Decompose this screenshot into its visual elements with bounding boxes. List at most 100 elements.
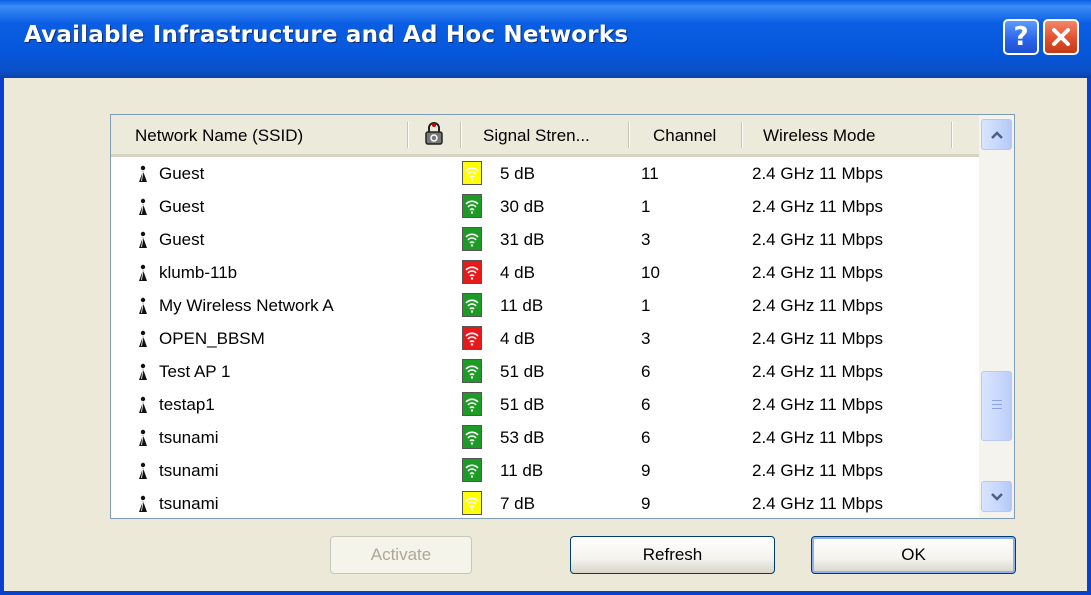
access-point-icon (139, 363, 147, 380)
column-divider[interactable] (741, 122, 743, 148)
list-row[interactable]: Test AP 1 51 dB 6 2.4 GHz 11 Mbps (111, 355, 979, 388)
ssid-cell: tsunami (159, 494, 219, 513)
ssid-cell: testap1 (159, 395, 215, 414)
column-header-ssid[interactable]: Network Name (SSID) (135, 115, 405, 154)
channel-cell: 6 (641, 395, 651, 414)
ok-button[interactable]: OK (811, 536, 1016, 574)
access-point-icon (139, 330, 147, 347)
list-row[interactable]: OPEN_BBSM 4 dB 3 2.4 GHz 11 Mbps (111, 322, 979, 355)
mode-cell: 2.4 GHz 11 Mbps (752, 395, 884, 414)
list-row[interactable]: tsunami 11 dB 9 2.4 GHz 11 Mbps (111, 454, 979, 487)
channel-cell: 10 (641, 263, 660, 282)
channel-cell: 3 (641, 230, 651, 249)
ssid-cell: Guest (159, 230, 205, 249)
close-button[interactable] (1043, 19, 1079, 55)
column-divider[interactable] (460, 122, 462, 148)
channel-cell: 9 (641, 461, 651, 480)
wifi-signal-icon (462, 161, 482, 185)
list-row[interactable]: tsunami 7 dB 9 2.4 GHz 11 Mbps (111, 487, 979, 518)
window-title: Available Infrastructure and Ad Hoc Netw… (24, 22, 629, 48)
lock-icon (425, 122, 443, 145)
list-row[interactable]: Guest 30 dB 1 2.4 GHz 11 Mbps (111, 190, 979, 223)
list-row[interactable]: My Wireless Network A 11 dB 1 2.4 GHz 11 Mb… (111, 289, 979, 322)
column-divider[interactable] (951, 122, 953, 148)
mode-cell: 2.4 GHz 11 Mbps (752, 428, 884, 447)
column-header-channel[interactable]: Channel (653, 115, 741, 154)
signal-cell: 51 dB (500, 362, 545, 381)
ssid-cell: My Wireless Network A (159, 296, 334, 315)
mode-cell: 2.4 GHz 11 Mbps (752, 461, 884, 480)
mode-cell: 2.4 GHz 11 Mbps (752, 230, 884, 249)
wifi-signal-icon (462, 260, 482, 284)
list-row[interactable]: Guest 31 dB 3 2.4 GHz 11 Mbps (111, 223, 979, 256)
channel-cell: 9 (641, 494, 651, 513)
wifi-signal-icon (462, 359, 482, 383)
thumb-grip-line (992, 400, 1002, 401)
ssid-cell: klumb-11b (159, 263, 238, 282)
scroll-thumb[interactable] (981, 371, 1012, 441)
column-header-mode[interactable]: Wireless Mode (763, 115, 943, 154)
ssid-cell: Guest (159, 164, 205, 183)
wifi-signal-icon (462, 458, 482, 482)
access-point-icon (139, 165, 147, 182)
signal-cell: 5 dB (500, 164, 535, 183)
list-row[interactable]: tsunami 53 dB 6 2.4 GHz 11 Mbps (111, 421, 979, 454)
ssid-cell: Test AP 1 (159, 362, 231, 381)
refresh-button[interactable]: Refresh (570, 536, 775, 574)
mode-cell: 2.4 GHz 11 Mbps (752, 362, 884, 381)
thumb-grip-line (992, 404, 1002, 405)
wifi-signal-icon (462, 425, 482, 449)
chevron-down-icon (990, 492, 1003, 501)
list-row[interactable]: testap1 51 dB 6 2.4 GHz 11 Mbps (111, 388, 979, 421)
mode-cell: 2.4 GHz 11 Mbps (752, 329, 884, 348)
list-header: Network Name (SSID) Signal Stren... Chan… (111, 115, 979, 157)
list-body: Guest 5 dB 11 2.4 GHz 11 Mbps Guest 30 dB 1 2.4… (111, 157, 979, 518)
signal-cell: 30 dB (500, 197, 545, 216)
access-point-icon (139, 198, 147, 215)
column-divider[interactable] (628, 122, 630, 148)
activate-button[interactable]: Activate (330, 536, 472, 574)
chevron-up-icon (990, 130, 1003, 139)
signal-cell: 4 dB (500, 263, 535, 282)
channel-cell: 1 (641, 296, 651, 315)
help-button[interactable]: ? (1003, 19, 1039, 55)
ssid-cell: tsunami (159, 461, 219, 480)
wifi-signal-icon (462, 227, 482, 251)
signal-cell: 31 dB (500, 230, 545, 249)
ssid-cell: Guest (159, 197, 205, 216)
mode-cell: 2.4 GHz 11 Mbps (752, 494, 884, 513)
column-header-signal[interactable]: Signal Stren... (483, 115, 623, 154)
access-point-icon (139, 396, 147, 413)
wifi-signal-icon (462, 326, 482, 350)
mode-cell: 2.4 GHz 11 Mbps (752, 263, 884, 282)
wifi-signal-icon (462, 293, 482, 317)
network-list[interactable]: Network Name (SSID) Signal Stren... Chan… (110, 114, 1015, 519)
list-row[interactable]: Guest 5 dB 11 2.4 GHz 11 Mbps (111, 157, 979, 190)
access-point-icon (139, 297, 147, 314)
signal-cell: 51 dB (500, 395, 545, 414)
wifi-signal-icon (462, 491, 482, 515)
signal-cell: 53 dB (500, 428, 545, 447)
access-point-icon (139, 231, 147, 248)
title-bar[interactable]: Available Infrastructure and Ad Hoc Netw… (0, 0, 1091, 78)
list-row[interactable]: klumb-11b 4 dB 10 2.4 GHz 11 Mbps (111, 256, 979, 289)
column-divider[interactable] (407, 122, 409, 148)
scroll-up-button[interactable] (981, 119, 1012, 150)
channel-cell: 11 (641, 164, 659, 183)
signal-cell: 7 dB (500, 494, 535, 513)
column-header-security[interactable] (415, 115, 455, 154)
access-point-icon (139, 429, 147, 446)
ssid-cell: OPEN_BBSM (159, 329, 265, 348)
access-point-icon (139, 462, 147, 479)
wifi-signal-icon (462, 194, 482, 218)
access-point-icon (139, 495, 147, 512)
signal-cell: 11 dB (500, 296, 544, 315)
channel-cell: 6 (641, 362, 651, 381)
access-point-icon (139, 264, 147, 281)
vertical-scrollbar[interactable] (979, 115, 1014, 518)
scroll-down-button[interactable] (981, 481, 1012, 512)
mode-cell: 2.4 GHz 11 Mbps (752, 296, 884, 315)
mode-cell: 2.4 GHz 11 Mbps (752, 164, 884, 183)
signal-cell: 4 dB (500, 329, 535, 348)
mode-cell: 2.4 GHz 11 Mbps (752, 197, 884, 216)
